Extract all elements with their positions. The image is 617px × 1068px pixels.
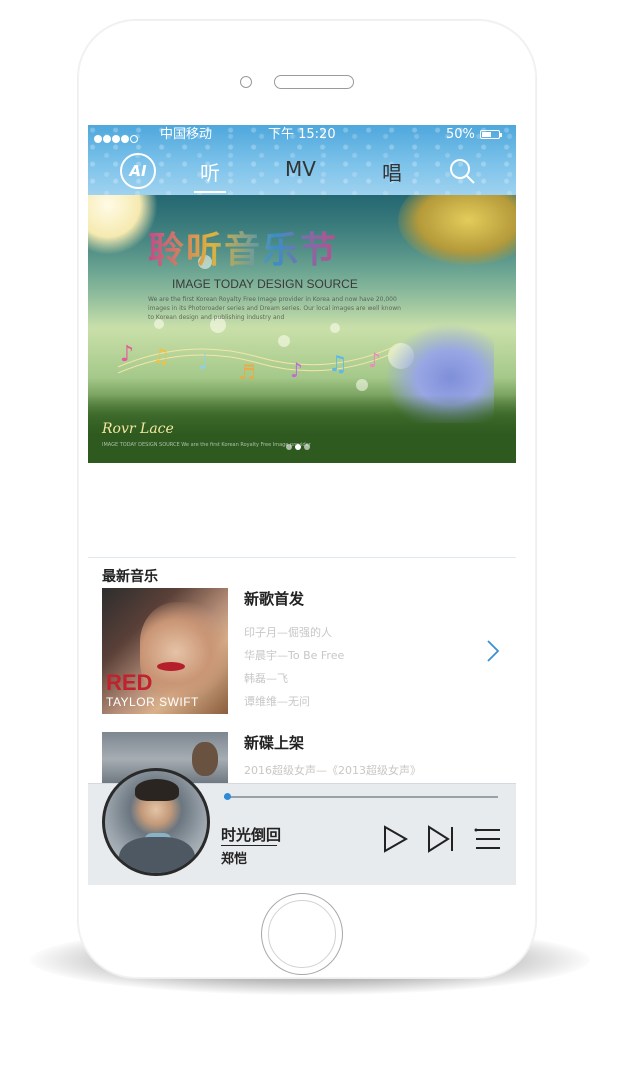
- search-icon[interactable]: [448, 157, 476, 185]
- avatar[interactable]: [102, 768, 210, 876]
- progress-bar[interactable]: [223, 793, 498, 800]
- banner-body-text: We are the first Korean Royalty Free Ima…: [148, 296, 401, 321]
- app-screen: 中国移动 下午 15:20 50% AI 听 MV 唱 聆听音乐节 IMAGE …: [88, 125, 516, 885]
- album-face: [140, 602, 228, 702]
- playlist-icon[interactable]: [472, 824, 502, 854]
- song-line[interactable]: 华晨宇—To Be Free: [244, 647, 344, 663]
- card-heading[interactable]: 新歌首发: [244, 588, 304, 609]
- active-tab-indicator: [194, 191, 226, 193]
- banner-title: 聆听音乐节: [148, 221, 338, 273]
- svg-text:♫: ♫: [152, 344, 170, 368]
- next-icon[interactable]: [426, 824, 456, 854]
- carrier-name: 中国移动: [160, 127, 213, 142]
- tab-mv[interactable]: MV: [285, 157, 316, 181]
- mini-player[interactable]: 时光倒回 郑恺: [88, 768, 516, 885]
- carousel-dot[interactable]: [304, 444, 310, 450]
- section-title-latest-music: 最新音乐: [102, 569, 158, 585]
- tab-sing[interactable]: 唱: [382, 157, 402, 186]
- carousel-dot-active[interactable]: [295, 444, 301, 450]
- svg-text:♪: ♪: [368, 348, 381, 372]
- status-bar: 中国移动 下午 15:20 50%: [88, 125, 516, 145]
- tab-listen[interactable]: 听: [200, 157, 220, 186]
- song-line[interactable]: 谭维维—无问: [244, 693, 310, 709]
- earpiece-speaker: [274, 75, 354, 89]
- svg-text:♪: ♪: [120, 342, 134, 367]
- title-underline: [221, 845, 277, 846]
- list-item-new-songs[interactable]: RED TAYLOR SWIFT 新歌首发 印子月—倔强的人 华晨宇—To Be…: [102, 588, 502, 714]
- front-camera: [240, 76, 252, 88]
- chevron-right-icon[interactable]: [486, 640, 500, 662]
- banner-subtitle: IMAGE TODAY DESIGN SOURCE: [172, 277, 358, 291]
- card-heading[interactable]: 新碟上架: [244, 732, 304, 753]
- song-line[interactable]: 韩磊—飞: [244, 670, 288, 686]
- status-time: 下午 15:20: [268, 127, 336, 142]
- avatar-hair: [135, 779, 179, 801]
- home-button[interactable]: [261, 893, 343, 975]
- album-figure: [192, 742, 218, 776]
- now-playing-title: 时光倒回: [221, 826, 282, 844]
- song-line[interactable]: 印子月—倔强的人: [244, 624, 332, 640]
- play-icon[interactable]: [380, 824, 410, 854]
- ai-button[interactable]: AI: [120, 153, 156, 189]
- svg-text:♪: ♪: [290, 358, 303, 382]
- blank-panel: [88, 463, 516, 558]
- album-line[interactable]: 2016超级女声—《2013超级女声》: [244, 762, 421, 778]
- now-playing-artist: 郑恺: [221, 852, 248, 867]
- svg-text:♫: ♫: [328, 352, 348, 377]
- carousel-dots[interactable]: [286, 435, 313, 454]
- music-notes-icon: ♪ ♫ ♩ ♬ ♪ ♫ ♪: [118, 342, 398, 384]
- album-artist: TAYLOR SWIFT: [106, 695, 199, 709]
- avatar-suit: [119, 837, 195, 873]
- album-title: RED: [106, 670, 153, 695]
- album-cover[interactable]: RED TAYLOR SWIFT: [102, 588, 228, 714]
- carousel-dot[interactable]: [286, 444, 292, 450]
- promo-banner[interactable]: 聆听音乐节 IMAGE TODAY DESIGN SOURCE We are t…: [88, 195, 516, 463]
- progress-knob[interactable]: [223, 793, 231, 800]
- banner-brand: Rovr Lace: [102, 421, 174, 437]
- album-lips: [157, 662, 185, 671]
- svg-text:♩: ♩: [198, 350, 208, 375]
- svg-text:♬: ♬: [238, 360, 256, 384]
- main-nav: AI 听 MV 唱: [88, 147, 516, 195]
- battery-icon: [480, 130, 502, 139]
- battery-percent: 50%: [446, 127, 475, 142]
- top-bar: 中国移动 下午 15:20 50% AI 听 MV 唱: [88, 125, 516, 195]
